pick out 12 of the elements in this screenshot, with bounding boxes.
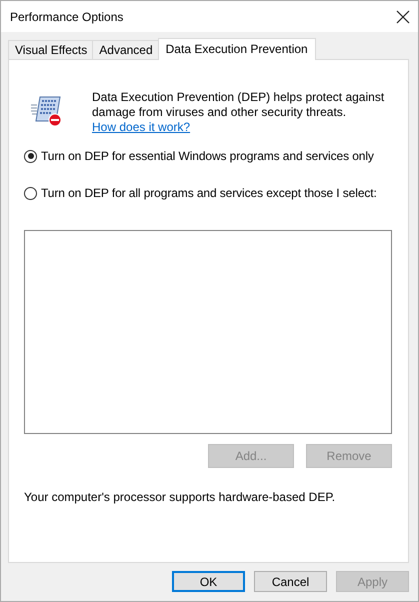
how-does-it-work-link[interactable]: How does it work? [92, 120, 190, 134]
radio-button[interactable] [24, 150, 37, 162]
status-text: Your computer's processor supports hardware-based DEP. [24, 490, 336, 504]
close-icon[interactable] [396, 10, 410, 24]
tab[interactable]: Data Execution Prevention [158, 38, 316, 60]
tab[interactable]: Visual Effects [8, 40, 94, 59]
shield-document-icon [30, 94, 64, 128]
description-text: Data Execution Prevention (DEP) helps protect against damage from viruses and other security threats. How does it work? [92, 90, 386, 135]
dialog-button[interactable]: OK [172, 571, 245, 592]
radio-button[interactable] [24, 186, 37, 200]
window-title: Performance Options [10, 10, 124, 24]
dialog-button[interactable]: Cancel [254, 571, 327, 592]
